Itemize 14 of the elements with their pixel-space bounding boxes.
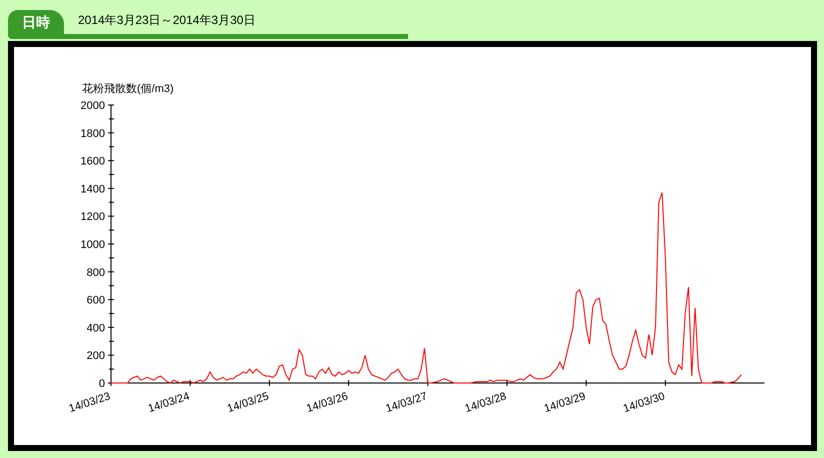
y-tick-label: 2000 [80,100,105,112]
y-tick-label: 1600 [80,156,105,168]
date-range: 2014年3月23日～2014年3月30日 [77,12,256,29]
y-tick-label: 600 [86,294,105,307]
y-tick-label: 1400 [80,183,105,196]
y-tick-label: 1000 [80,239,105,251]
header-label: 日時 [8,10,64,34]
y-tick-label: 0 [98,378,105,390]
y-tick-label: 1200 [80,211,105,224]
y-axis-title: 花粉飛散数(個/m3) [82,83,174,95]
y-tick-label: 1800 [80,128,105,140]
y-tick-label: 200 [86,350,105,362]
y-tick-label: 800 [86,266,105,279]
y-tick-label: 400 [86,322,105,334]
